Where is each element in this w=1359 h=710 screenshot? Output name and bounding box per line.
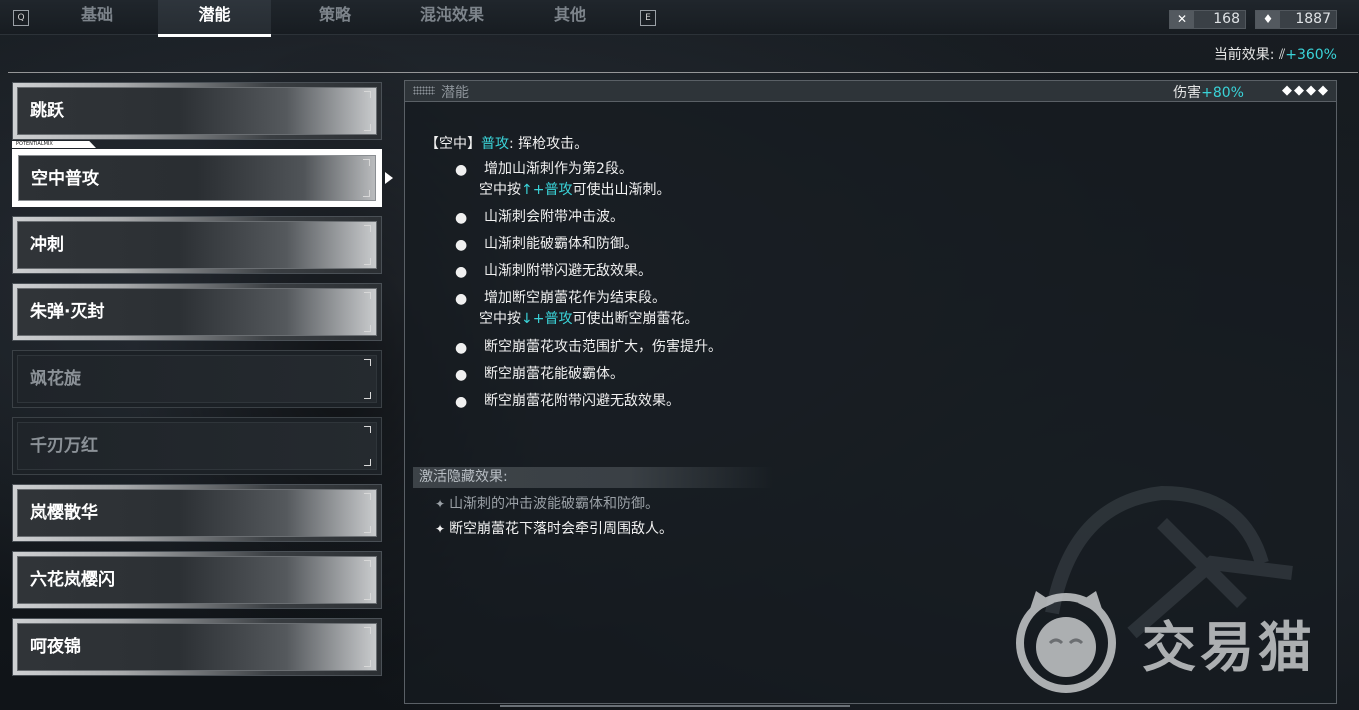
currency-swords-value: 168: [1213, 11, 1240, 27]
skill-item-jump[interactable]: 跳跃: [12, 82, 382, 140]
sparkle-icon: ✦: [435, 497, 446, 511]
bullet-icon: ●: [455, 291, 468, 307]
damage-value: +80%: [1201, 85, 1244, 101]
currency-gems: ♦ 1887: [1255, 10, 1337, 29]
corner-bracket-icon: [364, 124, 371, 131]
corner-bracket-icon: [364, 593, 371, 600]
watermark-text: 交易猫: [1142, 616, 1316, 679]
list-item: 断空崩蕾花攻击范围扩大，伤害提升。: [484, 339, 722, 355]
list-item: 山渐刺会附带冲击波。: [484, 209, 624, 225]
skill-item-label: 跳跃: [30, 101, 64, 121]
bullet-icon: ●: [455, 237, 468, 253]
bullet-icon: ●: [455, 162, 468, 178]
list-item: 山渐刺附带闪避无敌效果。: [484, 263, 652, 279]
current-effect-label: 当前效果:: [1213, 47, 1275, 63]
corner-bracket-icon: [363, 159, 370, 166]
corner-bracket-icon: [364, 660, 371, 667]
bullet-icon: ●: [455, 264, 468, 280]
key-hint-e: E: [640, 10, 656, 26]
bullet-icon: ●: [455, 210, 468, 226]
hidden-effects-title: 激活隐藏效果:: [413, 467, 773, 488]
corner-bracket-icon: [364, 258, 371, 265]
divider: [8, 72, 1358, 73]
bullet-icon: ●: [455, 394, 468, 410]
tab-other[interactable]: 其他: [525, 0, 615, 34]
skill-item-dash[interactable]: 冲刺: [12, 216, 382, 274]
skill-item-liuhua[interactable]: 六花岚樱闪: [12, 551, 382, 609]
skill-item-zhudan[interactable]: 朱弹·灭封: [12, 283, 382, 341]
corner-bracket-icon: [364, 325, 371, 332]
potential-tag: POTENTIALMIX: [12, 141, 96, 148]
hidden-effect-active: ✦ 断空崩蕾花下落时会牵引周围敌人。: [435, 521, 674, 537]
bullet-icon: ●: [455, 367, 468, 383]
corner-bracket-icon: [364, 392, 371, 399]
panel-title: 潜能: [441, 85, 469, 101]
corner-bracket-icon: [364, 225, 371, 232]
list-item: 山渐刺能破霸体和防御。: [484, 236, 638, 252]
bullet-icon: ●: [455, 340, 468, 356]
sparkle-icon: ✦: [435, 522, 446, 536]
corner-bracket-icon: [364, 526, 371, 533]
corner-bracket-icon: [364, 493, 371, 500]
skill-item-heyejin[interactable]: 呵夜锦: [12, 618, 382, 676]
corner-bracket-icon: [364, 91, 371, 98]
top-tab-bar: Q 基础 潜能 策略 混沌效果 其他 E ✕ 168 ♦ 1887: [0, 0, 1359, 37]
level-diamonds-icon: ◆◆◆◆: [1282, 83, 1330, 98]
corner-bracket-icon: [364, 560, 371, 567]
list-item: 增加山渐刺作为第2段。 空中按↑+普攻可使出山渐刺。: [479, 161, 671, 198]
corner-bracket-icon: [364, 359, 371, 366]
currency-gems-value: 1887: [1295, 11, 1331, 27]
currency-swords: ✕ 168: [1169, 10, 1246, 29]
gem-icon: ♦: [1256, 11, 1280, 28]
scroll-indicator: [500, 705, 850, 707]
skill-item-label: 空中普攻: [31, 169, 99, 189]
tab-strategy[interactable]: 策略: [290, 0, 380, 34]
skill-item-label: 岚樱散华: [30, 503, 98, 523]
dot-grid-icon: [413, 86, 435, 95]
panel-header: 潜能 伤害+80% ◆◆◆◆: [405, 81, 1336, 102]
skill-item-label: 千刃万红: [30, 436, 98, 456]
list-item: 断空崩蕾花附带闪避无敌效果。: [484, 393, 680, 409]
tab-chaos-effect[interactable]: 混沌效果: [400, 0, 504, 34]
corner-bracket-icon: [363, 190, 370, 197]
current-effect: 当前效果: ⫽+360%: [1214, 44, 1337, 64]
skill-item-label: 冲刺: [30, 235, 64, 255]
corner-bracket-icon: [364, 426, 371, 433]
skill-item-lanying[interactable]: 岚樱散华: [12, 484, 382, 542]
list-item: 断空崩蕾花能破霸体。: [484, 366, 624, 382]
watermark: 交易猫: [1006, 585, 1336, 695]
corner-bracket-icon: [364, 627, 371, 634]
skill-item-label: 飒花旋: [30, 369, 81, 389]
key-hint-q: Q: [13, 10, 29, 26]
skill-item-label: 朱弹·灭封: [30, 302, 105, 322]
hidden-effect-inactive: ✦ 山渐刺的冲击波能破霸体和防御。: [435, 496, 660, 512]
list-item: 增加断空崩蕾花作为结束段。 空中按↓+普攻可使出断空崩蕾花。: [479, 290, 699, 327]
skill-description: 【空中】普攻: 挥枪攻击。: [425, 136, 589, 152]
tab-basic[interactable]: 基础: [52, 0, 142, 34]
corner-bracket-icon: [364, 459, 371, 466]
skill-item-label: 呵夜锦: [30, 637, 81, 657]
selection-arrow-icon: [385, 172, 393, 184]
skill-item-sahuaxuan[interactable]: 飒花旋: [12, 350, 382, 408]
current-effect-value: +360%: [1285, 47, 1337, 63]
tab-potential[interactable]: 潜能: [158, 0, 271, 37]
damage-bonus: 伤害+80%: [1173, 82, 1244, 102]
skill-item-label: 六花岚樱闪: [30, 570, 115, 590]
cat-logo-icon: [1016, 591, 1116, 693]
crossed-swords-icon: ✕: [1170, 11, 1194, 28]
damage-label: 伤害: [1173, 85, 1202, 101]
corner-bracket-icon: [364, 292, 371, 299]
skill-item-air-attack[interactable]: 空中普攻: [12, 149, 382, 207]
skill-item-qianren[interactable]: 千刃万红: [12, 417, 382, 475]
